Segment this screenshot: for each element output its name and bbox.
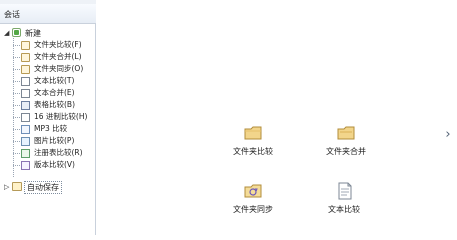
sidebar-item-registry-compare[interactable]: 注册表比较(R)	[13, 148, 94, 159]
next-page-arrow-icon[interactable]: ›	[443, 128, 453, 142]
tree-connector	[13, 165, 20, 166]
tree-root-new[interactable]: ◢ 新建	[4, 28, 92, 39]
tree-connector	[13, 129, 20, 130]
folder-merge-icon	[21, 53, 30, 62]
tree-connector	[13, 117, 20, 118]
version-compare-icon	[21, 161, 30, 170]
sidebar-item-label: 文件夹合并(L)	[34, 52, 82, 61]
sidebar-item-label: 16 进制比较(H)	[34, 112, 88, 121]
folder-compare-icon	[21, 41, 30, 50]
sidebar-item-version-compare[interactable]: 版本比较(V)	[13, 160, 94, 171]
folder-sync-icon	[21, 65, 30, 74]
table-compare-icon	[21, 101, 30, 110]
sidebar-item-label: 文件夹同步(O)	[34, 64, 84, 73]
sidebar-item-text-merge[interactable]: 文本合并(E)	[13, 88, 94, 99]
sidebar-item-label: 表格比较(B)	[34, 100, 75, 109]
sidebar-item-folder-sync[interactable]: 文件夹同步(O)	[13, 64, 94, 75]
sidebar-item-label: MP3 比较	[34, 124, 68, 133]
sidebar-item-label: 文本合并(E)	[34, 88, 75, 97]
sidebar-item-text-compare[interactable]: 文本比较(T)	[13, 76, 94, 87]
collapse-arrow-icon[interactable]: ▷	[4, 183, 9, 191]
text-merge-icon	[21, 89, 30, 98]
tree-root-label: 新建	[25, 29, 41, 38]
sidebar-item-picture-compare[interactable]: 图片比较(P)	[13, 136, 94, 147]
folder-compare-icon	[244, 126, 262, 140]
tile-folder-sync[interactable]: 文件夹同步	[213, 182, 293, 222]
tree-connector	[13, 153, 20, 154]
tile-label: 文件夹比较	[233, 147, 273, 156]
sidebar-item-folder-compare[interactable]: 文件夹比较(F)	[13, 40, 94, 51]
tree-connector	[13, 105, 20, 106]
tile-text-compare[interactable]: 文本比较	[304, 182, 384, 222]
session-sidebar: 会话 ◢ 新建 文件夹比较(F) 文件夹合并(L) 文件夹同步(O) 文本比较(…	[0, 0, 96, 235]
text-compare-icon	[21, 77, 30, 86]
tile-folder-merge[interactable]: 文件夹合并	[306, 124, 386, 164]
sidebar-item-label: 注册表比较(R)	[34, 148, 83, 157]
sidebar-item-folder-merge[interactable]: 文件夹合并(L)	[13, 52, 94, 63]
text-compare-icon	[338, 182, 352, 200]
beyond-compare-window: 会话 ◢ 新建 文件夹比较(F) 文件夹合并(L) 文件夹同步(O) 文本比较(…	[0, 0, 457, 235]
sidebar-header: 会话	[0, 4, 96, 24]
sidebar-item-label: 文本比较(T)	[34, 76, 75, 85]
tree-autosave[interactable]: ▷ 自动保存	[4, 181, 92, 194]
tree-connector	[13, 45, 20, 46]
tree-connector	[13, 81, 20, 82]
tile-label: 文件夹同步	[233, 205, 273, 214]
sidebar-item-label: 图片比较(P)	[34, 136, 75, 145]
tile-label: 文件夹合并	[326, 147, 366, 156]
session-launcher: 文件夹比较 文件夹合并 文件夹同步 文本比较 ›	[97, 0, 457, 235]
tile-label: 文本比较	[328, 205, 360, 214]
tree-connector	[13, 93, 20, 94]
expand-arrow-icon[interactable]: ◢	[4, 29, 9, 37]
sidebar-title: 会话	[4, 10, 20, 19]
sidebar-item-hex-compare[interactable]: 16 进制比较(H)	[13, 112, 94, 123]
tile-folder-compare[interactable]: 文件夹比较	[213, 124, 293, 164]
mp3-compare-icon	[21, 125, 30, 134]
picture-compare-icon	[21, 137, 30, 146]
tree-connector	[13, 69, 20, 70]
tree-connector	[13, 141, 20, 142]
sidebar-item-label: 版本比较(V)	[34, 160, 75, 169]
tree-connector	[13, 57, 20, 58]
folder-merge-icon	[337, 126, 355, 140]
sidebar-item-mp3-compare[interactable]: MP3 比较	[13, 124, 94, 135]
sidebar-item-table-compare[interactable]: 表格比较(B)	[13, 100, 94, 111]
new-session-icon	[12, 28, 21, 37]
sidebar-item-label: 文件夹比较(F)	[34, 40, 82, 49]
folder-sync-icon	[244, 184, 262, 198]
autosave-folder-icon	[12, 182, 22, 191]
registry-compare-icon	[21, 149, 30, 158]
autosave-label: 自动保存	[24, 181, 62, 194]
hex-compare-icon	[21, 113, 30, 122]
